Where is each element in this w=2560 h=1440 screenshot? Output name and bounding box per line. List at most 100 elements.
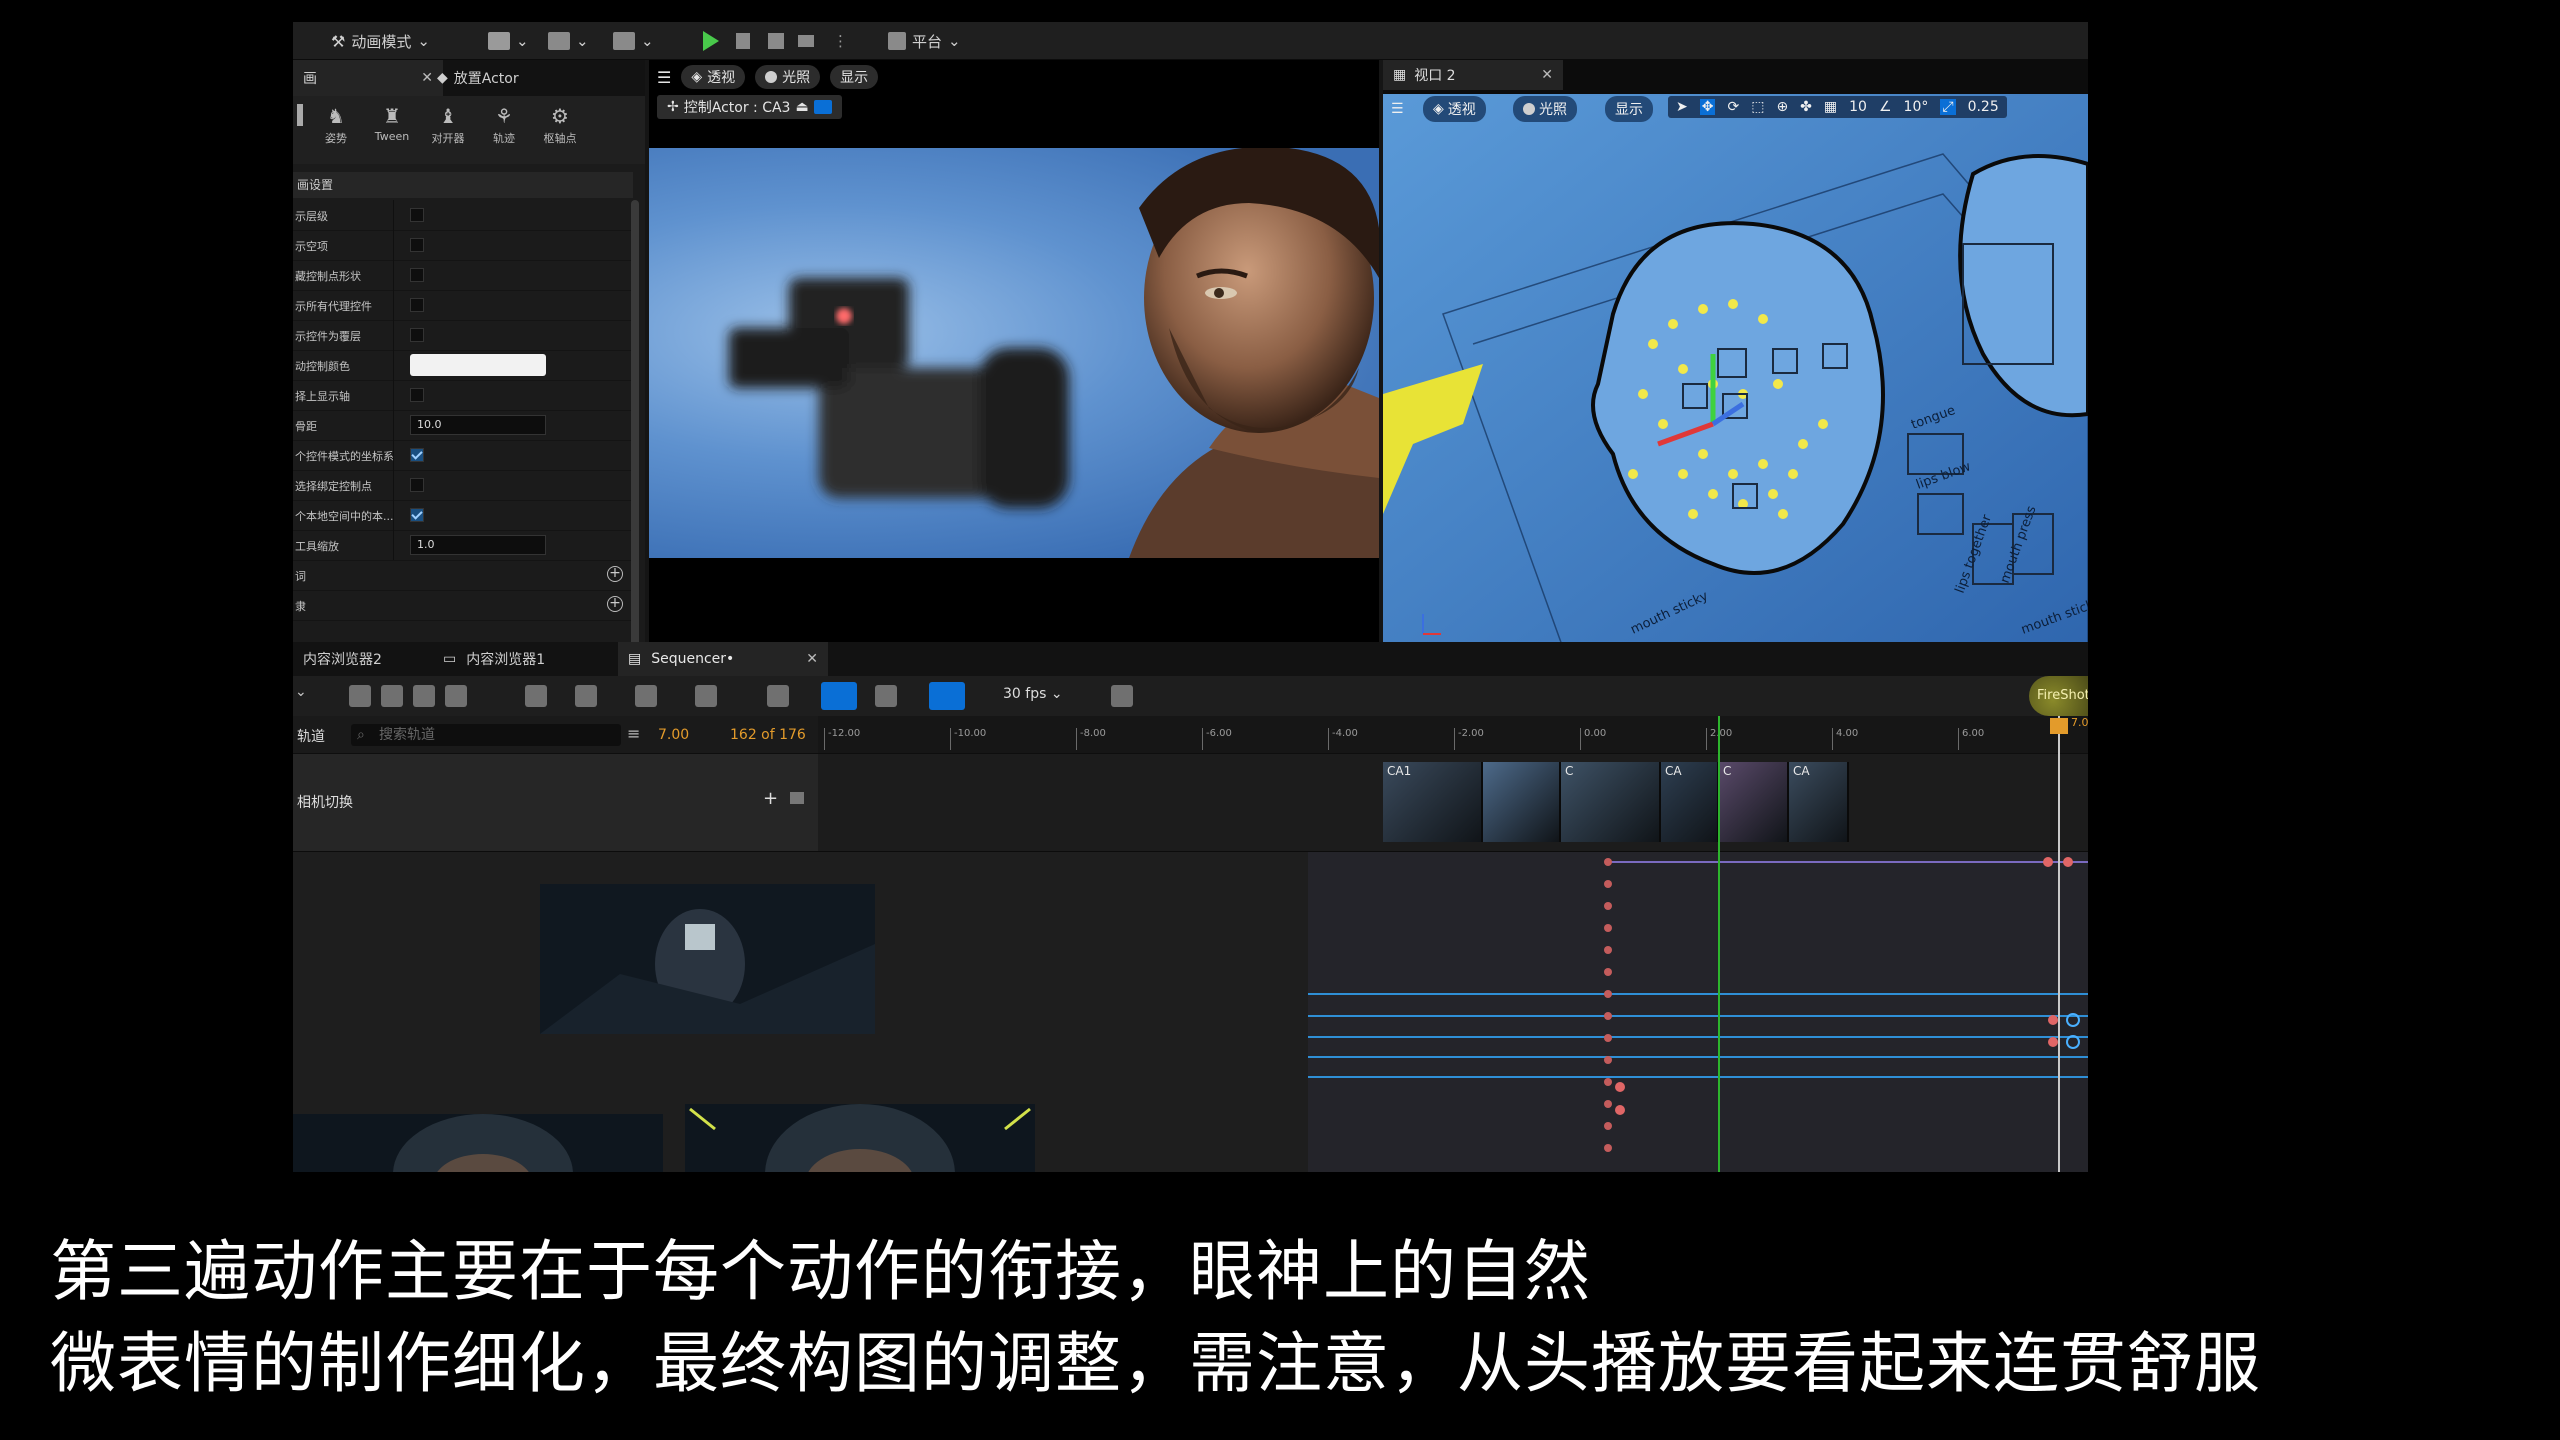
tab-content-browser-1[interactable]: ▭ 内容浏览器1: [433, 642, 555, 676]
tracks-button[interactable]: 轨道: [297, 726, 325, 746]
platform-dropdown[interactable]: 平台 ⌄: [888, 22, 961, 60]
keyframe-point[interactable]: [1604, 1122, 1612, 1130]
keyframe-point[interactable]: [1604, 1144, 1612, 1152]
tab-content-browser-2[interactable]: 内容浏览器2: [293, 642, 392, 676]
keyframe-point[interactable]: [1604, 902, 1612, 910]
close-icon[interactable]: ✕: [1541, 67, 1553, 83]
add-track-icon[interactable]: +: [763, 788, 778, 809]
add-element-icon[interactable]: +: [607, 566, 623, 582]
current-frame-field[interactable]: 7.00: [658, 727, 689, 743]
tool-tween[interactable]: ♜ Tween: [367, 104, 417, 143]
eject-pilot-icon[interactable]: ⏏: [795, 99, 808, 115]
settings-number-field[interactable]: 10.0: [410, 415, 546, 435]
pilot-actor-button[interactable]: ✢ 控制Actor : CA3 ⏏: [657, 95, 842, 119]
actor-icon[interactable]: [525, 685, 547, 707]
grid-snap-icon[interactable]: ▦: [1824, 99, 1837, 115]
track-search-input[interactable]: ⌕ 搜索轨道: [351, 724, 621, 746]
settings-checkbox[interactable]: [410, 298, 424, 312]
eject-button[interactable]: [798, 22, 814, 60]
settings-checkbox[interactable]: [410, 238, 424, 252]
angle-snap-value[interactable]: 10°: [1904, 99, 1929, 115]
keyframe-point[interactable]: [2048, 1037, 2058, 1047]
perspective-button[interactable]: ◈ 透视: [681, 65, 746, 89]
edit-icon[interactable]: [875, 685, 897, 707]
surface-snap-icon[interactable]: ✤: [1800, 99, 1812, 115]
auto-key-icon[interactable]: [821, 682, 857, 710]
view-icon[interactable]: [635, 685, 657, 707]
camera-shot-section[interactable]: CA: [1661, 762, 1719, 842]
more-options-icon[interactable]: ⋮: [833, 22, 848, 60]
tab-animation[interactable]: 画 ✕: [293, 60, 443, 96]
viewport2-lighting-button[interactable]: 光照: [1513, 96, 1577, 122]
camera-shot-section[interactable]: CA1: [1383, 762, 1483, 842]
viewport-2[interactable]: ▦ 视口 2 ✕ mouth sticky tongue lips blow l…: [1383, 60, 2088, 648]
snap-magnet-icon[interactable]: [929, 682, 965, 710]
settings-checkbox[interactable]: [410, 508, 424, 522]
camera-shot-section[interactable]: C: [1719, 762, 1789, 842]
curve-editor-icon[interactable]: [1111, 685, 1133, 707]
chevron-down-icon[interactable]: ⌄: [295, 684, 307, 700]
lighting-button[interactable]: 光照: [755, 65, 821, 89]
clapper-icon[interactable]: [445, 685, 467, 707]
viewport2-show-button[interactable]: 显示: [1605, 96, 1653, 122]
camera-shot-section[interactable]: C: [1561, 762, 1661, 842]
show-button[interactable]: 显示: [830, 65, 879, 89]
tool-snapper[interactable]: ♝ 对开器: [423, 104, 473, 146]
settings-checkbox[interactable]: [410, 328, 424, 342]
tool-pose[interactable]: ♞ 姿势: [311, 104, 361, 146]
keyframe-point[interactable]: [1604, 1100, 1612, 1108]
keyframe-point[interactable]: [1604, 1012, 1612, 1020]
keyframe-point[interactable]: [1615, 1082, 1625, 1092]
playhead[interactable]: [2058, 716, 2060, 1172]
keyframe-point[interactable]: [1615, 1105, 1625, 1115]
keyframe-point[interactable]: [1604, 990, 1612, 998]
keyframe-point[interactable]: [1604, 858, 1612, 866]
keyframe-point[interactable]: [1604, 1078, 1612, 1086]
settings-checkbox[interactable]: [410, 478, 424, 492]
settings-number-field[interactable]: 1.0: [410, 535, 546, 555]
play-button[interactable]: [703, 22, 719, 60]
scale-snap-value[interactable]: 0.25: [1968, 99, 1999, 115]
settings-checkbox[interactable]: [410, 388, 424, 402]
add-element-icon[interactable]: +: [607, 596, 623, 612]
tab-place-actor[interactable]: ◆ 放置Actor: [427, 60, 529, 96]
keyframe-point[interactable]: [2063, 857, 2073, 867]
tool-partial[interactable]: [293, 104, 307, 130]
settings-checkbox[interactable]: [410, 208, 424, 222]
cinematics-dropdown[interactable]: ⌄: [613, 22, 654, 60]
main-viewport[interactable]: ☰ ◈ 透视 光照 显示 ✢ 控制Actor : CA3 ⏏: [649, 60, 1379, 648]
tab-viewport-2[interactable]: ▦ 视口 2 ✕: [1383, 60, 1563, 90]
viewport2-perspective-button[interactable]: ◈ 透视: [1423, 96, 1486, 122]
keyframe-point[interactable]: [1604, 946, 1612, 954]
playback-options-icon[interactable]: [695, 685, 717, 707]
select-icon[interactable]: ➤: [1676, 99, 1688, 115]
close-icon[interactable]: ✕: [806, 651, 818, 667]
tool-pivot[interactable]: ⚙ 枢轴点: [535, 104, 585, 146]
rotate-icon[interactable]: ⟳: [1727, 99, 1739, 115]
tool-trails[interactable]: ⚘ 轨迹: [479, 104, 529, 146]
keyframe-point[interactable]: [1604, 968, 1612, 976]
keyframe-point[interactable]: [1604, 1056, 1612, 1064]
key-settings-icon[interactable]: [575, 685, 597, 707]
viewport2-menu-button[interactable]: ☰: [1391, 98, 1404, 120]
tab-sequencer[interactable]: ▤ Sequencer• ✕: [618, 642, 828, 676]
keyframe-point[interactable]: [2048, 1015, 2058, 1025]
grid-snap-value[interactable]: 10: [1849, 99, 1867, 115]
fps-dropdown[interactable]: 30 fps ⌄: [1003, 686, 1063, 702]
blueprint-dropdown[interactable]: ⌄: [548, 22, 589, 60]
angle-snap-icon[interactable]: ∠: [1879, 99, 1892, 115]
settings-checkbox[interactable]: [410, 268, 424, 282]
move-icon[interactable]: ✥: [1699, 99, 1716, 115]
find-icon[interactable]: [381, 685, 403, 707]
scale-icon[interactable]: ⬚: [1751, 99, 1764, 115]
camera-lock-icon[interactable]: [790, 792, 804, 804]
save-icon[interactable]: [349, 685, 371, 707]
animation-mode-dropdown[interactable]: ⚒ 动画模式 ⌄: [331, 22, 430, 60]
filter-icon[interactable]: ≡: [627, 724, 640, 743]
keyframe-point[interactable]: [1604, 880, 1612, 888]
time-ruler[interactable]: -12.00 -10.00 -8.00 -6.00 -4.00 -2.00 0.00 2.00…: [818, 716, 2088, 754]
scale-snap-icon[interactable]: ⤢: [1940, 99, 1956, 115]
render-movie-icon[interactable]: [413, 685, 435, 707]
add-actor-dropdown[interactable]: ⌄: [488, 22, 529, 60]
color-swatch[interactable]: [410, 354, 546, 376]
